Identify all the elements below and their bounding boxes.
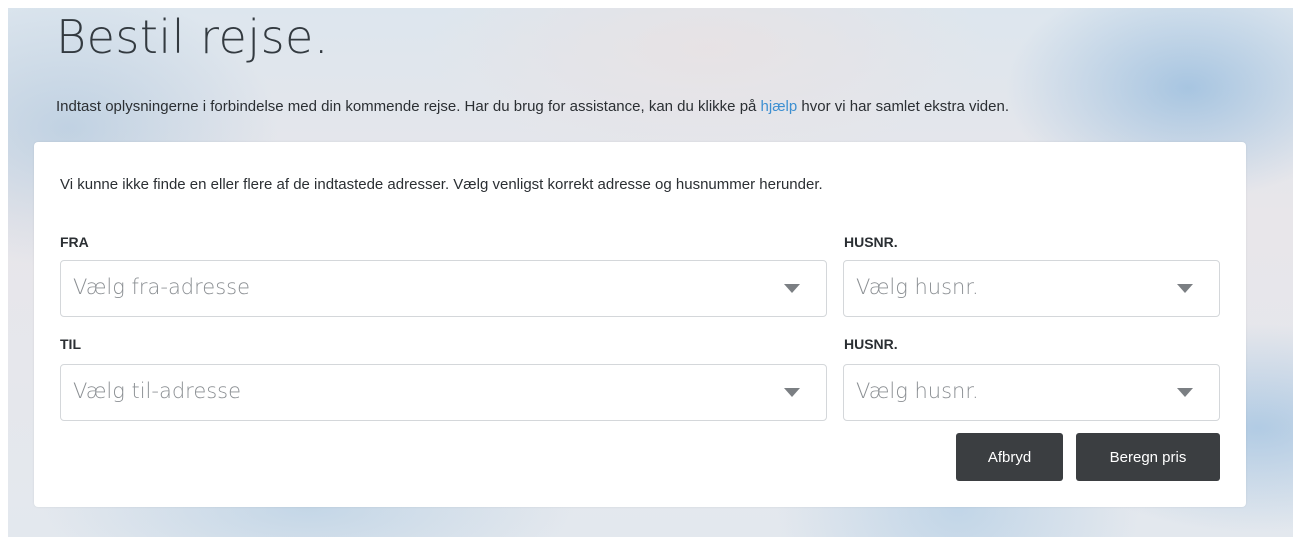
- intro-text-end: hvor vi har samlet ekstra viden.: [797, 98, 1009, 115]
- from-address-placeholder: Vælg fra-adresse: [73, 275, 251, 299]
- to-address-select[interactable]: Vælg til-adresse: [60, 364, 827, 421]
- calculate-price-button[interactable]: Beregn pris: [1076, 433, 1220, 481]
- to-house-label: HUSNR.: [844, 336, 898, 352]
- caret-down-icon: [784, 284, 800, 293]
- cancel-button[interactable]: Afbryd: [956, 433, 1063, 481]
- from-house-label: HUSNR.: [844, 234, 898, 250]
- intro-text: Indtast oplysningerne i forbindelse med …: [56, 98, 1009, 115]
- from-address-select[interactable]: Vælg fra-adresse: [60, 260, 827, 317]
- page-title: Bestil rejse.: [56, 10, 329, 64]
- order-form-panel: Vi kunne ikke finde en eller flere af de…: [34, 142, 1246, 507]
- from-label: FRA: [60, 234, 89, 250]
- caret-down-icon: [1177, 388, 1193, 397]
- to-address-placeholder: Vælg til-adresse: [73, 379, 242, 403]
- caret-down-icon: [1177, 284, 1193, 293]
- address-notice: Vi kunne ikke finde en eller flere af de…: [60, 176, 823, 193]
- to-house-placeholder: Vælg husnr.: [856, 379, 979, 403]
- from-house-placeholder: Vælg husnr.: [856, 275, 979, 299]
- to-house-select[interactable]: Vælg husnr.: [843, 364, 1220, 421]
- from-house-select[interactable]: Vælg husnr.: [843, 260, 1220, 317]
- help-link[interactable]: hjælp: [761, 98, 798, 115]
- intro-text-start: Indtast oplysningerne i forbindelse med …: [56, 98, 761, 115]
- caret-down-icon: [784, 388, 800, 397]
- to-label: TIL: [60, 336, 81, 352]
